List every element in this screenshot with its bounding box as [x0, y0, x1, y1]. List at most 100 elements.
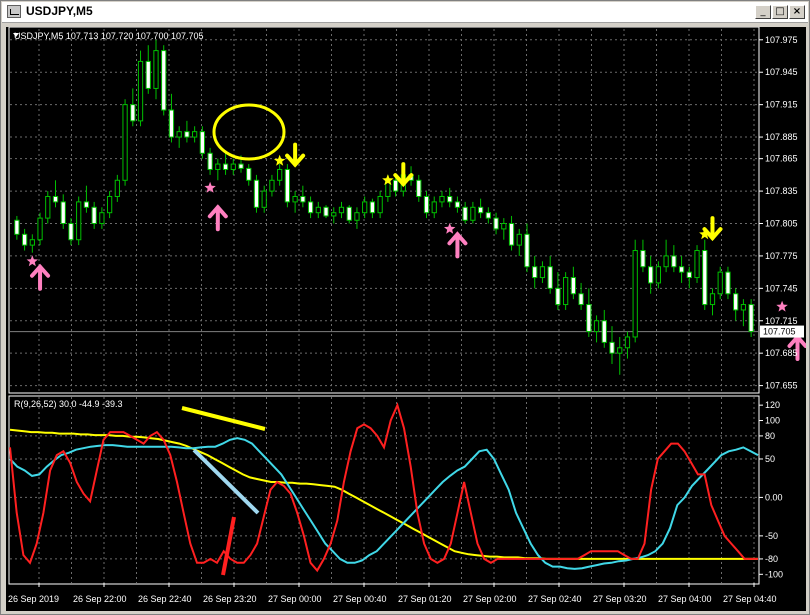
indicator-label: R(9,26,52) 30.0 -44.9 -39.3	[14, 399, 123, 409]
candle-body	[493, 217, 499, 230]
candle-body	[423, 195, 430, 214]
candle-body	[369, 201, 376, 214]
star-signal-icon	[444, 222, 456, 234]
candle-body	[555, 287, 561, 306]
candle-body	[648, 266, 654, 284]
annotations	[181, 103, 286, 576]
chart-canvas[interactable]: 107.975 107.945 107.915 107.885 107.865 107.8…	[6, 27, 806, 611]
candle-body	[593, 320, 600, 333]
candle-body	[601, 320, 607, 343]
candle-body	[485, 212, 491, 219]
candle-body	[315, 206, 321, 214]
candle-body	[392, 179, 399, 192]
candle-body	[709, 293, 716, 306]
arrow-up-signal-icon	[207, 204, 228, 232]
candle-body	[547, 266, 553, 289]
candle-body	[277, 168, 283, 181]
candle-body	[215, 163, 221, 170]
time-tick-label: 27 Sep 04:40	[723, 594, 777, 604]
price-tick-label: 107.685	[765, 348, 798, 358]
candle-body	[609, 341, 615, 354]
candle-body	[702, 250, 708, 306]
candle-body	[68, 223, 74, 241]
current-price-label: 107.705	[763, 327, 796, 337]
candle-body	[14, 219, 20, 235]
indicator-lines	[9, 402, 759, 573]
maximize-button[interactable]: □	[772, 5, 788, 19]
star-signal-icon	[273, 154, 286, 166]
indicator-tick-label: 120	[765, 400, 780, 410]
price-panel-frame	[8, 27, 760, 394]
candle-body	[130, 104, 136, 122]
indicator-tick-label: 80	[765, 431, 775, 441]
candle-body	[640, 250, 646, 268]
candle-body	[678, 266, 685, 273]
candle-body	[454, 201, 461, 208]
candle-body	[416, 179, 422, 197]
candle-body	[153, 50, 159, 89]
candle-body	[532, 266, 538, 279]
candle-body	[740, 304, 747, 311]
grid	[10, 29, 758, 583]
candle-body	[694, 250, 700, 279]
window-title: USDJPY,M5	[26, 4, 93, 18]
candle-body	[338, 206, 345, 214]
arrow-down-signal-icon	[285, 142, 306, 168]
candle-body	[83, 201, 90, 208]
price-tick-label: 107.745	[765, 283, 798, 293]
candles	[14, 39, 754, 375]
price-tick-label: 107.945	[765, 67, 798, 77]
time-tick-label: 26 Sep 2019	[8, 594, 59, 604]
star-signal-icon	[776, 300, 788, 312]
candle-body	[246, 167, 252, 181]
candle-body	[717, 271, 723, 295]
signals	[26, 142, 806, 361]
minimize-button[interactable]: _	[755, 5, 771, 19]
chart-window-icon[interactable]	[7, 5, 21, 18]
candle-body	[439, 195, 445, 203]
candle-body	[462, 206, 468, 221]
time-tick-label: 27 Sep 04:00	[658, 594, 712, 604]
candle-body	[192, 131, 198, 138]
candle-body	[586, 304, 592, 333]
candle-body	[477, 206, 484, 214]
arrow-up-signal-icon	[447, 231, 468, 259]
candle-body	[624, 336, 631, 349]
candle-body	[431, 201, 437, 214]
indicator-series-fast	[9, 402, 758, 573]
candle-body	[671, 255, 677, 268]
candle-body	[122, 104, 128, 181]
candle-body	[114, 179, 120, 197]
candle-body	[655, 266, 662, 284]
candle-body	[632, 250, 638, 338]
chart-info-label: USDJPY,M5 107.713 107.720 107.700 107.70…	[14, 31, 203, 41]
candle-body	[52, 195, 59, 203]
chart-area[interactable]: 107.975 107.945 107.915 107.885 107.865 107.8…	[6, 27, 806, 611]
candle-body	[470, 206, 476, 221]
time-tick-label: 27 Sep 01:20	[398, 594, 452, 604]
candle-body	[168, 109, 175, 138]
candle-body	[199, 131, 205, 154]
time-tick-label: 27 Sep 02:40	[528, 594, 582, 604]
time-tick-label: 27 Sep 02:00	[463, 594, 517, 604]
price-tick-label: 107.835	[765, 186, 798, 196]
indicator-tick-label: -50	[765, 531, 778, 541]
candle-body	[91, 206, 97, 225]
candle-body	[686, 271, 692, 279]
candle-body	[323, 206, 329, 217]
candle-body	[516, 233, 522, 246]
candle-body	[663, 255, 669, 268]
indicator-tick-label: 50	[765, 454, 775, 464]
chart-window: USDJPY,M5 _ □ × 107.975 107.945 107.915 107…	[0, 0, 810, 615]
star-signal-icon	[26, 255, 38, 267]
time-tick-label: 26 Sep 22:00	[73, 594, 127, 604]
candle-body	[307, 201, 314, 214]
candle-body	[578, 293, 584, 306]
indicator-tick-label: 100	[765, 416, 780, 426]
trend-mark-red	[221, 516, 236, 576]
price-tick-label: 107.775	[765, 251, 798, 261]
close-button[interactable]: ×	[789, 5, 805, 19]
title-bar[interactable]: USDJPY,M5 _ □ ×	[2, 2, 808, 23]
time-tick-label: 27 Sep 03:20	[593, 594, 647, 604]
candle-body	[570, 277, 576, 295]
